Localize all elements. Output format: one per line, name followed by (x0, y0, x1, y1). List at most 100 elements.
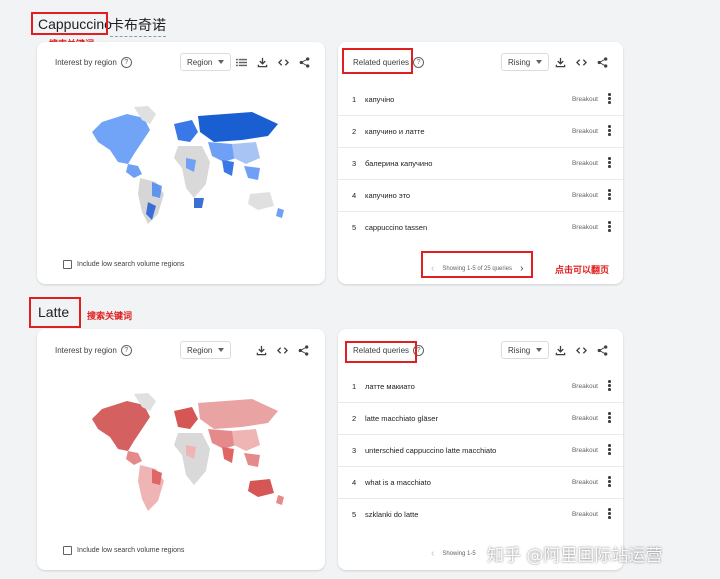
page-flip-note: 点击可以翻页 (555, 266, 610, 276)
select-value: Rising (508, 57, 531, 67)
help-icon[interactable]: ? (413, 57, 425, 68)
interest-by-region-card: Interest by region ? Region Include low … (37, 42, 325, 284)
query-text[interactable]: капучино это (365, 191, 410, 200)
table-row[interactable]: 1 капучіно Breakout (338, 84, 623, 116)
highlight-box-related-queries (345, 341, 417, 363)
more-vert-icon[interactable] (608, 157, 611, 169)
checkbox-label: Include low search volume regions (77, 547, 185, 554)
related-queries-card: Related queries ? Rising 1 капучіно Breako… (338, 42, 623, 284)
query-value: Breakout (571, 224, 598, 231)
query-text[interactable]: szklanki do latte (365, 510, 418, 519)
keyword-cn-title: 卡布奇诺 (110, 15, 166, 37)
query-text[interactable]: латте макиато (365, 382, 415, 391)
table-row[interactable]: 4 капучино это Breakout (338, 180, 623, 212)
more-vert-icon[interactable] (608, 508, 611, 520)
caret-down-icon (536, 60, 543, 64)
related-queries-card: Related queries ? Rising 1 латте макиато B… (338, 329, 623, 570)
table-row[interactable]: 2 капучино и латте Breakout (338, 116, 623, 148)
rising-select[interactable]: Rising (501, 341, 550, 359)
pagination: ‹ Showing 1-5 (431, 548, 476, 559)
highlight-box-keyword (29, 297, 81, 328)
table-row[interactable]: 3 балерина капучино Breakout (338, 148, 623, 180)
row-number: 1 (352, 95, 357, 104)
more-vert-icon[interactable] (608, 189, 611, 201)
query-value: Breakout (571, 511, 598, 518)
query-text[interactable]: what is a macchiato (365, 478, 431, 487)
map-regions (92, 393, 284, 511)
row-number: 4 (352, 191, 357, 200)
embed-icon[interactable] (576, 345, 587, 356)
share-icon[interactable] (597, 345, 608, 356)
table-row[interactable]: 3 unterschied cappuccino latte macchiato B… (338, 435, 623, 467)
caret-down-icon (218, 348, 225, 352)
download-icon[interactable] (555, 345, 566, 356)
share-icon[interactable] (597, 57, 608, 68)
more-vert-icon[interactable] (608, 444, 611, 456)
help-icon[interactable]: ? (120, 345, 132, 356)
resolution-select[interactable]: Region (180, 341, 232, 359)
row-number: 4 (352, 478, 357, 487)
row-number: 2 (352, 414, 357, 423)
query-value: Breakout (571, 447, 598, 454)
share-icon[interactable] (299, 57, 310, 68)
select-value: Rising (508, 345, 531, 355)
checkbox[interactable] (63, 260, 72, 269)
checkbox[interactable] (63, 546, 72, 555)
row-number: 5 (352, 223, 357, 232)
download-icon[interactable] (555, 57, 566, 68)
card-title: Interest by region (55, 58, 117, 67)
low-volume-toggle[interactable]: Include low search volume regions (63, 546, 184, 555)
query-value: Breakout (571, 479, 598, 486)
share-icon[interactable] (298, 345, 309, 356)
more-vert-icon[interactable] (608, 412, 611, 424)
query-value: Breakout (571, 383, 598, 390)
table-row[interactable]: 1 латте макиато Breakout (338, 371, 623, 403)
table-row[interactable]: 2 latte macchiato gläser Breakout (338, 403, 623, 435)
rising-select[interactable]: Rising (501, 53, 550, 71)
table-row[interactable]: 5 szklanki do latte Breakout (338, 499, 623, 531)
more-vert-icon[interactable] (608, 221, 611, 233)
resolution-select[interactable]: Region (180, 53, 232, 71)
table-row[interactable]: 4 what is a macchiato Breakout (338, 467, 623, 499)
row-number: 3 (352, 446, 357, 455)
embed-icon[interactable] (278, 57, 289, 68)
query-value: Breakout (571, 415, 598, 422)
world-map[interactable] (82, 389, 292, 514)
select-value: Region (187, 345, 213, 355)
caret-down-icon (536, 348, 543, 352)
map-regions (92, 106, 284, 224)
more-vert-icon[interactable] (608, 476, 611, 488)
select-value: Region (187, 57, 213, 67)
world-map[interactable] (82, 102, 292, 227)
query-value: Breakout (571, 160, 598, 167)
embed-icon[interactable] (576, 57, 587, 68)
list-icon[interactable] (236, 57, 247, 68)
more-vert-icon[interactable] (608, 125, 611, 137)
query-text[interactable]: cappuccino tassen (365, 223, 427, 232)
interest-by-region-card: Interest by region ? Region Include low … (37, 329, 325, 570)
query-text[interactable]: latte macchiato gläser (365, 414, 438, 423)
query-text[interactable]: капучино и латте (365, 127, 425, 136)
download-icon[interactable] (256, 345, 267, 356)
help-icon[interactable]: ? (120, 57, 132, 68)
query-text[interactable]: капучіно (365, 95, 394, 104)
download-icon[interactable] (257, 57, 268, 68)
embed-icon[interactable] (277, 345, 288, 356)
query-text[interactable]: балерина капучино (365, 159, 432, 168)
query-text[interactable]: unterschied cappuccino latte macchiato (365, 446, 496, 455)
search-keyword-label: 搜索关键词 (87, 312, 133, 322)
watermark: 知乎 @阿里国际站运营 (487, 546, 663, 566)
row-number: 1 (352, 382, 357, 391)
chevron-left-icon[interactable]: ‹ (431, 548, 434, 559)
checkbox-label: Include low search volume regions (77, 261, 185, 268)
caret-down-icon (218, 60, 225, 64)
pager-text: Showing 1-5 (442, 550, 476, 557)
row-number: 2 (352, 127, 357, 136)
row-number: 5 (352, 510, 357, 519)
low-volume-toggle[interactable]: Include low search volume regions (63, 260, 184, 269)
card-title: Interest by region (55, 346, 117, 355)
more-vert-icon[interactable] (608, 93, 611, 105)
query-value: Breakout (571, 96, 598, 103)
table-row[interactable]: 5 cappuccino tassen Breakout (338, 212, 623, 244)
more-vert-icon[interactable] (608, 380, 611, 392)
